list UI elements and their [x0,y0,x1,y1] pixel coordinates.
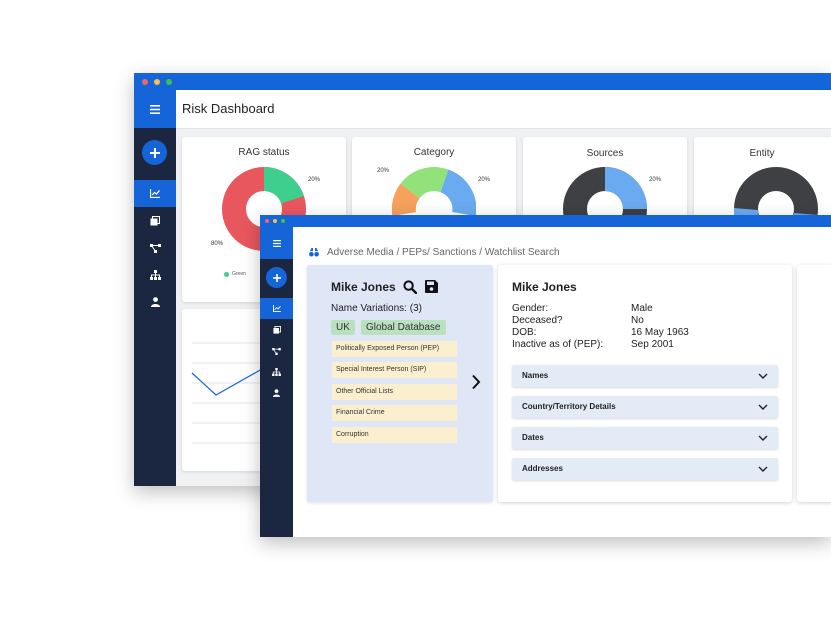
window-minimize-dot[interactable] [273,219,277,223]
chart-title: Entity [749,148,775,159]
search-icon[interactable] [403,280,417,294]
dob-label: DOB: [512,327,537,338]
save-icon[interactable] [425,280,438,293]
legend-label: Green [232,271,246,277]
profile-name: Mike Jones [512,280,577,294]
section-label: Addresses [522,464,563,473]
inactive-value: Sep 2001 [631,339,674,350]
nav-dashboard[interactable] [260,298,293,319]
sources-slice-blue [604,167,647,210]
inactive-label: Inactive as of (PEP): [512,339,604,350]
hamburger-icon [272,239,281,247]
country-territory-section[interactable]: Country/Territory Details [512,396,778,418]
hamburger-icon [150,104,160,114]
dashboard-header: Risk Dashboard [134,90,831,129]
section-label: Country/Territory Details [522,402,616,411]
nav-layers[interactable] [134,208,176,234]
category-label-left: 20% [377,168,390,174]
result-summary-panel[interactable]: Mike Jones Name Variations: (3) UK Globa… [307,265,493,502]
country-tag[interactable]: UK [331,320,355,335]
user-icon [150,297,160,307]
gender-value: Male [631,303,653,314]
deceased-value: No [631,315,644,326]
chevron-down-icon [758,466,768,472]
gender-label: Gender: [512,303,549,314]
profile-detail-panel: Mike Jones Gender: Male Deceased? No DOB… [498,265,792,502]
names-section[interactable]: Names [512,365,778,387]
chart-title: Category [413,147,455,158]
window-titlebar [134,73,831,90]
name-variations: Name Variations: (3) [331,303,422,314]
window-titlebar [260,215,831,227]
nav-hierarchy[interactable] [134,262,176,288]
chart-title: RAG status [238,147,290,158]
nav-layers[interactable] [260,320,293,340]
addresses-section[interactable]: Addresses [512,458,778,480]
window-minimize-dot[interactable] [154,79,160,85]
section-label: Names [522,371,549,380]
nav-dashboard[interactable] [134,180,176,207]
breadcrumb[interactable]: Adverse Media / PEPs/ Sanctions / Watchl… [327,247,560,258]
sidebar [260,227,293,537]
chevron-right-icon[interactable] [471,374,481,390]
category-pill[interactable]: Corruption [332,427,457,443]
window-maximize-dot[interactable] [281,219,285,223]
rag-slice-green [263,167,304,205]
section-label: Dates [522,433,544,442]
menu-button[interactable] [134,90,176,128]
database-tag[interactable]: Global Database [361,320,446,335]
content-area: Adverse Media / PEPs/ Sanctions / Watchl… [293,227,831,537]
legend-swatch-green [224,272,229,277]
rag-label-top: 20% [308,177,321,183]
plus-icon [272,273,281,282]
hierarchy-icon [149,270,161,280]
layers-icon [272,326,281,334]
chevron-down-icon [758,404,768,410]
partial-side-panel [797,265,831,502]
page-title: Risk Dashboard [182,101,275,116]
category-pill[interactable]: Financial Crime [332,405,457,421]
layers-icon [150,216,160,226]
nav-user[interactable] [260,383,293,403]
category-pill[interactable]: Other Official Lists [332,384,457,400]
add-button[interactable] [266,267,287,288]
window-close-dot[interactable] [265,219,269,223]
user-icon [273,389,280,397]
deceased-label: Deceased? [512,315,563,326]
category-label-right: 20% [478,177,491,183]
binoculars-icon [309,248,319,257]
hierarchy-icon [272,368,281,376]
rag-label-left: 80% [211,241,224,247]
chart-line-icon [272,305,281,312]
network-icon [149,243,161,253]
nav-network[interactable] [134,235,176,261]
category-slice-green [400,167,449,199]
chart-line-icon [150,189,160,198]
chevron-down-icon [758,373,768,379]
sources-label-right: 20% [649,177,662,183]
sidebar [134,128,176,486]
nav-user[interactable] [134,289,176,315]
watchlist-search-window: Adverse Media / PEPs/ Sanctions / Watchl… [260,215,831,537]
category-pill[interactable]: Politically Exposed Person (PEP) [332,341,457,357]
category-slice-orange [392,183,420,216]
category-pill[interactable]: Special Interest Person (SIP) [332,362,457,378]
result-name: Mike Jones [331,280,396,294]
dob-value: 16 May 1963 [631,327,689,338]
nav-hierarchy[interactable] [260,362,293,382]
chevron-down-icon [758,435,768,441]
chart-title: Sources [586,148,624,159]
dates-section[interactable]: Dates [512,427,778,449]
nav-network[interactable] [260,341,293,361]
category-slice-blue [439,169,476,216]
window-close-dot[interactable] [142,79,148,85]
trend-series-line [191,368,263,396]
add-button[interactable] [142,140,167,165]
window-maximize-dot[interactable] [166,79,172,85]
plus-icon [149,147,160,158]
menu-button[interactable] [260,227,293,259]
network-icon [272,347,281,355]
